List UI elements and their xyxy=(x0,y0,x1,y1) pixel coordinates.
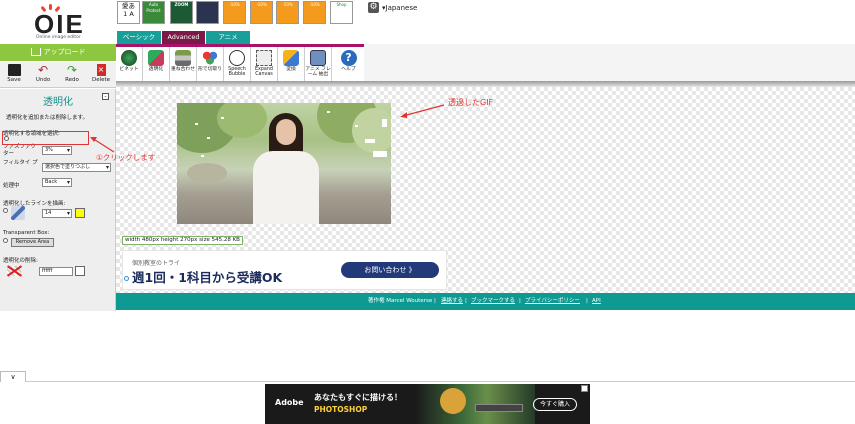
remove-area-button[interactable]: Remove Area xyxy=(11,238,54,247)
footer-link-api[interactable]: API xyxy=(592,293,601,310)
ad-thumb-orange-1[interactable]: -10% xyxy=(223,1,246,24)
tool-shape-crop[interactable]: 形で切取り xyxy=(197,47,224,81)
processing-select[interactable]: Back xyxy=(42,178,72,187)
footer-link-contact[interactable]: 連絡する xyxy=(441,293,463,310)
language-select[interactable]: ▾Japanese xyxy=(382,4,417,12)
panel-intro: 透明化を追加または削除します。 xyxy=(6,115,88,121)
image-size-info: width 480px height 270px size 545.28 KB xyxy=(122,236,243,245)
tab-advanced[interactable]: Advanced xyxy=(162,31,205,44)
annotation-arrow-gif xyxy=(400,104,445,118)
redo-button[interactable]: ↷ Redo xyxy=(59,64,85,83)
redo-icon: ↷ xyxy=(66,63,78,77)
panel-title: 透明化 xyxy=(43,97,73,108)
ad-thumb-orange-2[interactable]: -10% xyxy=(250,1,273,24)
fuzz-select[interactable]: 3% xyxy=(42,146,72,155)
logo-subtitle: Online image editor xyxy=(36,35,81,40)
ad-buy-now-button[interactable]: 今すぐ購入 xyxy=(533,398,577,411)
undo-button[interactable]: ↶ Undo xyxy=(30,64,56,83)
ad-thumb-orange-4[interactable]: -10% xyxy=(303,1,326,24)
tool-convert[interactable]: 変換 xyxy=(278,47,305,81)
panel-minimize-button[interactable]: - xyxy=(102,93,109,100)
transparent-box-radio[interactable] xyxy=(3,238,8,243)
frame-extract-icon xyxy=(310,50,326,66)
brush-icon[interactable] xyxy=(11,206,25,220)
ad-thumb-zoom[interactable]: ZOOM xyxy=(170,1,193,24)
footer-link-privacy[interactable]: プライバシーポリシー xyxy=(525,293,580,310)
line-draw-radio[interactable] xyxy=(3,208,8,213)
ad-thumb-green[interactable]: Auto Protect xyxy=(142,1,165,24)
ad-adobe-logo: Adobe xyxy=(275,398,304,407)
tab-basic[interactable]: ベーシック xyxy=(117,31,161,44)
heart-crop-icon xyxy=(202,50,218,66)
header-bar xyxy=(364,44,855,81)
tool-expand-canvas[interactable]: Expand Canvas xyxy=(251,47,278,81)
remove-color-swatch[interactable] xyxy=(75,266,85,276)
transparent-box-label: Transparent Box: xyxy=(3,230,50,236)
ad-contact-button[interactable]: お問い合わせ 》 xyxy=(341,262,439,278)
settings-gear-icon[interactable]: ⚙ xyxy=(368,2,379,13)
tool-transparency[interactable]: 透明化 xyxy=(143,47,170,81)
remove-transparency-label: 透明化の削除: xyxy=(3,258,38,264)
ad-photoshop-product: PHOTOSHOP xyxy=(314,405,368,414)
ad-thumb-shop[interactable]: Shop xyxy=(330,1,353,24)
tool-vignette[interactable]: ビネット xyxy=(116,47,143,81)
processing-label: 処理中 xyxy=(3,183,20,189)
help-icon: ? xyxy=(340,50,357,66)
edited-image[interactable] xyxy=(177,103,391,224)
ad-tutoring-subtitle: 個別教室のトライ xyxy=(132,260,181,267)
delete-icon: × xyxy=(96,64,106,76)
fill-type-select[interactable]: 選択色で塗りつぶし xyxy=(42,163,111,172)
ad-info-icon[interactable] xyxy=(124,276,129,281)
convert-icon xyxy=(283,50,299,66)
ad-tutoring-headline: 週1回・1科目から受講OK xyxy=(132,270,283,285)
footer: 著作権 Marcel Wouterse | 連絡する | ブックマークする | … xyxy=(116,293,855,310)
expand-canvas-icon xyxy=(256,50,272,66)
upload-icon xyxy=(30,48,41,56)
undo-icon: ↶ xyxy=(37,63,49,77)
delete-button[interactable]: × Delete xyxy=(88,64,114,83)
line-color-swatch[interactable] xyxy=(75,208,85,218)
layers-icon xyxy=(175,50,191,66)
fill-type-label: フィルタイ プ xyxy=(3,160,38,166)
ad-thumb-kanji[interactable]: 愛あ 1 A xyxy=(117,1,140,24)
ad-thumb-orange-3[interactable]: -10% xyxy=(276,1,299,24)
save-button[interactable]: Save xyxy=(1,64,27,83)
footer-credit: 著作権 Marcel Wouterse | xyxy=(368,298,436,304)
upload-button[interactable]: アップロード xyxy=(0,44,116,61)
fuzz-label: ファズファク ター xyxy=(3,144,37,157)
remove-color-input[interactable]: ffffff xyxy=(39,267,73,276)
ad-thumb-dark[interactable] xyxy=(196,1,219,24)
ad-photoshop-headline: あなたもすぐに描ける！ xyxy=(314,393,402,402)
annotation-gif-note: 透過したGIF xyxy=(448,98,494,107)
tool-overlay[interactable]: 重ね合わせ xyxy=(170,47,197,81)
bottom-divider xyxy=(0,381,855,382)
transparency-icon xyxy=(148,50,164,66)
tab-anime[interactable]: アニメ xyxy=(206,31,250,44)
remove-transparency-icon[interactable] xyxy=(6,264,23,278)
vignette-icon xyxy=(121,50,137,66)
ad-close-icon[interactable] xyxy=(581,385,588,392)
footer-link-bookmark[interactable]: ブックマークする xyxy=(471,293,515,310)
tool-help[interactable]: ? ヘルプ xyxy=(335,47,362,81)
tool-speech-bubble[interactable]: Speech Bubble xyxy=(224,47,251,81)
tool-frame-extract[interactable]: アニメ フレーム 抽出 xyxy=(305,47,332,81)
annotation-highlight-box xyxy=(2,131,89,145)
speech-bubble-icon xyxy=(229,50,245,66)
chevron-down-icon[interactable]: ∨ xyxy=(0,371,26,382)
line-width-select[interactable]: 14 xyxy=(42,209,72,218)
save-icon xyxy=(7,64,21,76)
annotation-click-note: ①クリックします xyxy=(96,153,156,162)
